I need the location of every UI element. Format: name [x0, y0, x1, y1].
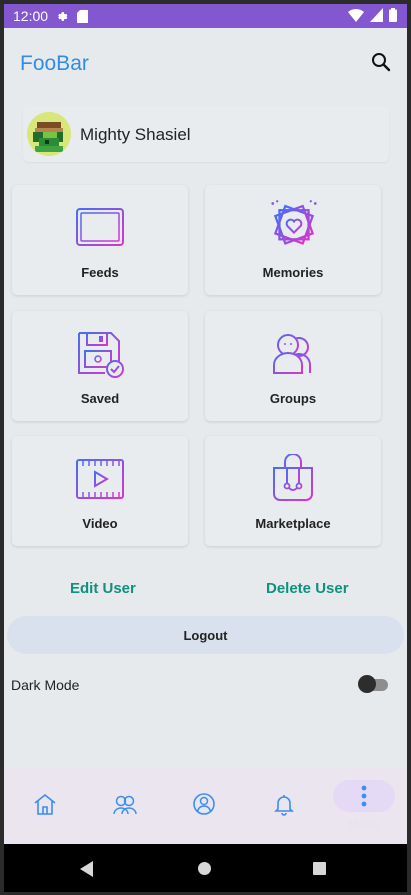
tile-video[interactable]: Video — [12, 436, 188, 546]
dark-mode-toggle[interactable] — [358, 675, 390, 693]
nav-profile[interactable] — [190, 790, 218, 818]
tile-memories[interactable]: Memories — [205, 185, 381, 295]
logout-label: Logout — [183, 627, 228, 643]
phone-screen: 12:00 FooBar Mighty Shasiel Feeds Memori… — [4, 4, 407, 892]
pixel-avatar-image — [27, 112, 71, 156]
tile-label: Saved — [80, 391, 120, 406]
home-icon — [34, 793, 56, 815]
friends-icon — [113, 795, 137, 815]
edit-user-button[interactable]: Edit User — [70, 580, 136, 597]
toggle-thumb — [358, 675, 376, 693]
back-icon[interactable] — [80, 861, 94, 877]
tile-marketplace[interactable]: Marketplace — [205, 436, 381, 546]
bell-icon — [274, 795, 294, 816]
saved-icon — [78, 332, 124, 378]
signal-icon — [370, 8, 383, 22]
avatar — [27, 112, 71, 156]
search-button[interactable] — [367, 48, 395, 76]
nav-friends[interactable] — [111, 790, 139, 818]
nav-more-label: Menu — [348, 818, 380, 832]
system-navigation-bar — [4, 844, 407, 892]
tile-label: Memories — [262, 265, 324, 280]
nav-notifications[interactable] — [270, 790, 298, 818]
tile-groups[interactable]: Groups — [205, 311, 381, 421]
tile-feeds[interactable]: Feeds — [12, 185, 188, 295]
status-right — [348, 8, 397, 22]
logout-button[interactable]: Logout — [7, 616, 404, 654]
tile-label: Marketplace — [255, 516, 331, 531]
recent-apps-icon[interactable] — [313, 862, 326, 875]
profile-icon — [193, 793, 215, 815]
tile-label: Groups — [269, 391, 317, 406]
tile-label: Feeds — [81, 265, 119, 280]
nav-more[interactable] — [333, 780, 395, 812]
tile-saved[interactable]: Saved — [12, 311, 188, 421]
groups-icon — [273, 334, 311, 374]
profile-name: Mighty Shasiel — [80, 125, 191, 144]
status-left: 12:00 — [13, 8, 89, 24]
profile-card[interactable]: Mighty Shasiel — [23, 106, 389, 162]
video-icon — [76, 459, 124, 499]
status-time: 12:00 — [13, 8, 49, 24]
marketplace-icon — [273, 454, 313, 501]
search-icon — [372, 53, 391, 72]
dark-mode-label: Dark Mode — [11, 677, 80, 693]
wifi-icon — [348, 8, 364, 22]
settings-gear-icon — [58, 11, 68, 21]
nav-home[interactable] — [31, 790, 59, 818]
status-bar: 12:00 — [4, 4, 407, 28]
app-bar: FooBar — [4, 28, 407, 92]
home-button-icon[interactable] — [198, 862, 211, 875]
battery-icon — [389, 8, 397, 22]
memories-icon — [271, 200, 317, 245]
delete-user-button[interactable]: Delete User — [266, 580, 349, 597]
more-vertical-icon — [361, 785, 367, 807]
tile-label: Video — [82, 516, 118, 531]
app-title: FooBar — [20, 52, 89, 75]
bottom-navigation: Menu — [4, 768, 407, 844]
feeds-icon — [76, 208, 124, 246]
sd-card-icon — [77, 9, 89, 23]
